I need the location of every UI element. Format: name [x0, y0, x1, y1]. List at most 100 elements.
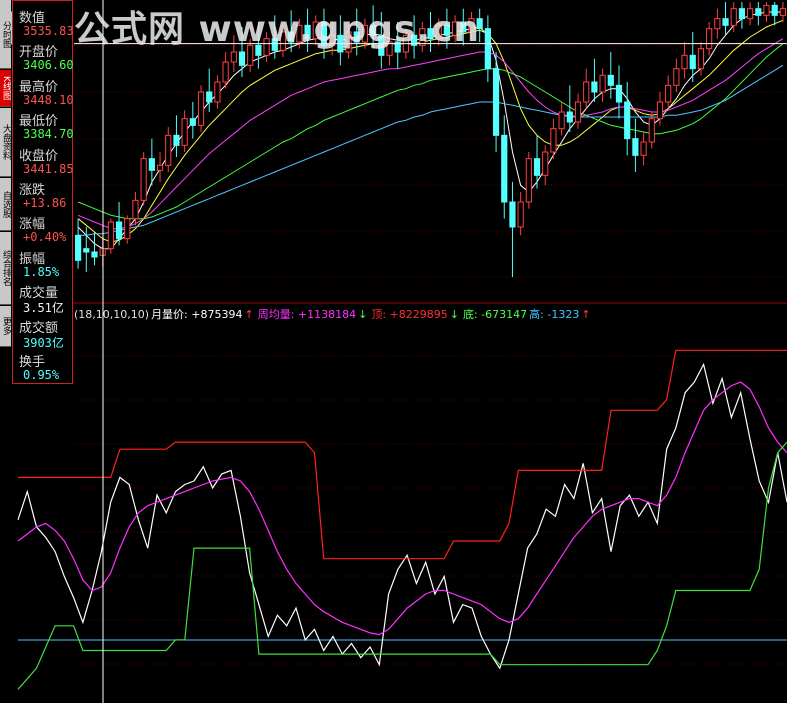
indicator-series: [18, 349, 787, 560]
candle-body: [656, 101, 664, 120]
indicator-header-segment: 底: -673147: [462, 308, 528, 321]
candle-body: [165, 134, 172, 166]
info-value: 3903亿: [23, 335, 64, 350]
side-tab-2[interactable]: 大盘资料: [0, 108, 11, 177]
info-value: 3535.83: [23, 24, 74, 38]
candle-body: [607, 74, 614, 86]
side-tab-0[interactable]: 分时图: [0, 0, 11, 69]
info-value: +0.40%: [23, 230, 67, 245]
candle-body: [353, 31, 360, 43]
candle-body: [361, 24, 369, 43]
candle-body: [83, 248, 90, 253]
indicator-series: [17, 362, 787, 670]
ma-line: [78, 64, 784, 236]
candle-body: [460, 21, 467, 33]
candle-body: [632, 138, 639, 156]
indicator-header-segment: ↓: [358, 308, 368, 321]
candle-body: [558, 111, 565, 130]
candle-body: [91, 251, 98, 258]
candle-body: [648, 118, 655, 143]
info-value: 3384.70: [23, 127, 74, 142]
candle-body: [763, 4, 770, 16]
candle-body: [738, 8, 746, 20]
candle-body: [312, 21, 319, 40]
info-value: 1.85%: [23, 264, 60, 279]
candle-body: [140, 158, 147, 201]
side-tab-bar: 分时图 K线图 大盘资料 自选股 综合排名 更多: [0, 0, 11, 703]
candle-body: [156, 164, 164, 171]
info-value: 3448.10: [23, 92, 74, 107]
candle-body: [370, 24, 377, 36]
info-value: +13.86: [23, 196, 67, 210]
candle-body: [730, 8, 737, 26]
candle-body: [115, 221, 123, 240]
candle-body: [533, 158, 541, 176]
candle-body: [132, 199, 139, 220]
side-tab-1[interactable]: K线图: [0, 70, 11, 107]
candle-body: [542, 151, 549, 176]
candle-body: [492, 68, 500, 136]
indicator-header-segment: 月量价: +875394: [151, 308, 243, 321]
indicator-header-segment: ↓: [449, 308, 459, 321]
indicator-series: [17, 381, 787, 636]
candle-body: [263, 38, 270, 56]
candle-body: [443, 24, 450, 36]
indicator-header-segment: ↑: [244, 308, 254, 321]
candle-body: [296, 24, 303, 43]
candle-body: [222, 61, 229, 83]
candle-body: [75, 234, 82, 261]
candle-body: [706, 28, 713, 50]
candle-body: [525, 158, 532, 203]
candle-body: [197, 91, 205, 126]
candle-body: [583, 81, 590, 103]
grid-lines: [0, 45, 787, 665]
candle-body: [238, 51, 246, 66]
indicator-header-segment: ↑: [581, 308, 591, 321]
candle-body: [345, 31, 352, 53]
side-tab-4[interactable]: 综合排名: [0, 232, 11, 305]
indicator-header-segment: (18,10,10,10): [74, 308, 150, 321]
candle-body: [435, 24, 442, 40]
candle-body: [665, 84, 672, 103]
candle-body: [419, 28, 426, 46]
info-value: 3.51亿: [23, 301, 64, 316]
candle-body: [288, 31, 295, 43]
indicator-header-segment: 高: -1323: [529, 308, 580, 321]
candle-body: [271, 38, 278, 51]
candle-body: [320, 21, 328, 46]
candle-body: [681, 54, 688, 70]
candle-body: [378, 34, 385, 56]
info-value: 0.95%: [23, 368, 60, 382]
candle-body: [755, 8, 762, 16]
candle-body: [566, 111, 573, 123]
candle-body: [427, 28, 434, 40]
candle-body: [247, 44, 254, 66]
indicator-header: (18,10,10,10) 月量价: +875394 ↑ 周均量: +1138184 ↓…: [74, 306, 595, 322]
indicator-header-segment: 周均量: +1138184: [257, 308, 357, 321]
candle-body: [451, 21, 459, 36]
side-tab-3[interactable]: 自选股: [0, 178, 11, 231]
candle-body: [468, 18, 475, 33]
candle-body: [550, 128, 557, 153]
candle-body: [476, 18, 483, 30]
candle-body: [509, 201, 516, 228]
candle-body: [779, 8, 787, 16]
candle-body: [624, 101, 631, 140]
candle-body: [517, 201, 524, 228]
candle-body: [214, 81, 221, 103]
candle-body: [107, 221, 114, 250]
candle-body: [615, 84, 623, 103]
candle-body: [689, 54, 696, 70]
side-tab-5[interactable]: 更多: [0, 306, 11, 347]
candle-body: [574, 101, 582, 123]
candle-body: [599, 74, 606, 93]
candle-body: [279, 31, 287, 51]
info-panel: 数值 3535.83 开盘价 3406.60 最高价 3448.10 最低价 3384.70 收…: [12, 0, 74, 384]
candle-body: [484, 28, 491, 70]
candle-body: [722, 18, 729, 26]
candle-body: [206, 91, 213, 103]
info-value: 3406.60: [23, 58, 74, 73]
candle-body: [640, 141, 647, 156]
candle-body: [714, 18, 721, 30]
indicator-series: [17, 441, 787, 690]
